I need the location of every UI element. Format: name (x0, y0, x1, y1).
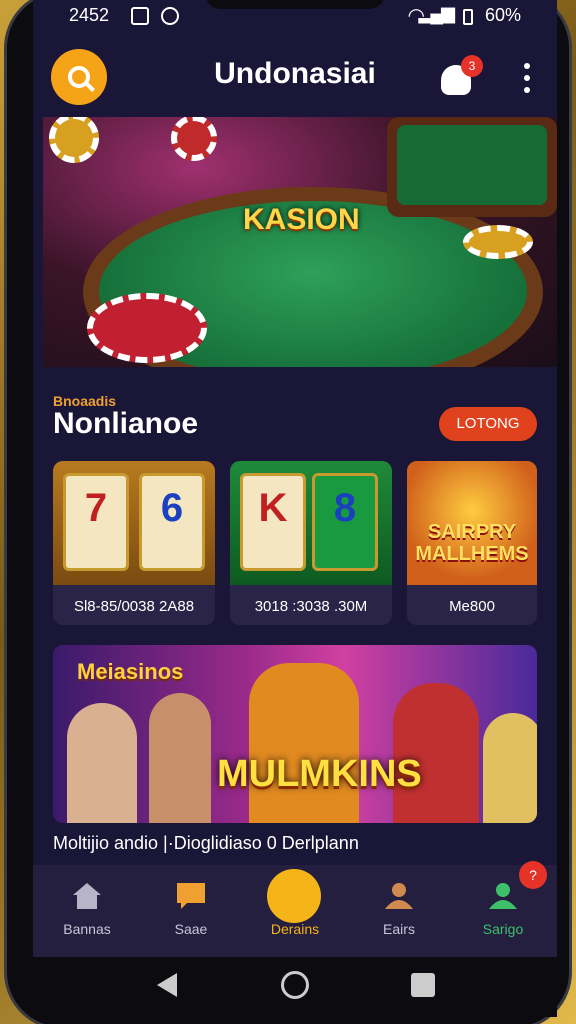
tab-account[interactable]: ? Sarigo (451, 861, 555, 957)
game-characters-image: SAIRPRY MALLHEMS (407, 461, 537, 585)
promo-tag: Meiasinos (77, 659, 184, 684)
character-image (249, 663, 359, 823)
battery-icon (463, 9, 473, 25)
chat-icon (177, 883, 205, 909)
game-cards-row: 7 6 Sl8-85/0038 2A88 K 8 3018 :3038 .30M… (53, 461, 537, 625)
tab-label: Eairs (383, 921, 415, 937)
system-nav-bar (33, 957, 557, 1017)
game-label: 3018 :3038 .30M (254, 598, 368, 615)
game-card[interactable]: SAIRPRY MALLHEMS Me800 (407, 461, 537, 625)
recents-icon[interactable] (411, 973, 435, 997)
slot-machine-image: K 8 (230, 461, 392, 585)
chip-image (171, 117, 217, 161)
promo-caption: Moltijio andio |·Dioglidiaso 0 Derlplann (53, 833, 359, 853)
character-image (149, 693, 211, 823)
game-card[interactable]: K 8 3018 :3038 .30M (230, 461, 392, 625)
tab-label: Saae (174, 921, 208, 937)
app-status-icon (161, 7, 179, 25)
notification-status-icon (131, 7, 149, 25)
reel-image: 8 (312, 473, 378, 571)
game-card[interactable]: 7 6 Sl8-85/0038 2A88 (53, 461, 215, 625)
section-cta-button[interactable]: LOTONG (439, 407, 537, 441)
slot-machine-image: 7 6 (53, 461, 215, 585)
roulette-board-image (387, 117, 557, 217)
game-label: Me800 (449, 598, 495, 615)
more-dot-icon (524, 63, 530, 69)
more-dot-icon (524, 87, 530, 93)
account-icon (489, 883, 517, 909)
user-icon (385, 883, 413, 909)
tab-profile[interactable]: Eairs (347, 865, 451, 957)
phone-frame: 2452 ◠ ▂▄▆ 60% Undonasiai 3 KASION Bnoaa… (4, 0, 572, 1024)
more-menu-button[interactable] (521, 63, 533, 93)
tab-label: Bannas (63, 921, 111, 937)
reel-image: K (240, 473, 306, 571)
signal-icon: ▂▄▆ (418, 3, 455, 23)
chip-image (49, 117, 99, 163)
promo-banner[interactable]: Meiasinos MULMKINS (53, 645, 537, 823)
bottom-tab-bar: Bannas Saae Derains Eairs ? Sarigo (33, 861, 557, 957)
battery-percent: 60% (484, 5, 521, 25)
tab-badge: ? (519, 861, 547, 889)
home-circle-icon[interactable] (281, 971, 309, 999)
chip-stack-image (87, 293, 207, 363)
reel-image: 7 (63, 473, 129, 571)
home-icon (73, 883, 101, 909)
app-screen: 2452 ◠ ▂▄▆ 60% Undonasiai 3 KASION Bnoaa… (33, 0, 557, 1017)
promo-title: MULMKINS (217, 753, 422, 795)
tab-home[interactable]: Bannas (35, 865, 139, 957)
section-header: Bnoaadis Nonlianoe LOTONG (33, 391, 557, 451)
character-image (483, 713, 537, 823)
notification-badge: 3 (461, 55, 483, 77)
more-dot-icon (524, 75, 530, 81)
hero-logo: KASION (243, 203, 360, 236)
reel-image: 6 (139, 473, 205, 571)
app-header: Undonasiai 3 (33, 45, 557, 109)
tab-label: Derains (270, 921, 320, 937)
tab-label: Sarigo (482, 921, 524, 937)
tab-chat[interactable]: Saae (139, 865, 243, 957)
back-icon[interactable] (157, 973, 177, 997)
tab-center-action[interactable]: Derains (243, 865, 347, 957)
game-label: Sl8-85/0038 2A88 (73, 598, 195, 615)
character-image (67, 703, 137, 823)
game-title-art: SAIRPRY MALLHEMS (415, 521, 529, 565)
chip-image (463, 225, 533, 259)
status-bar: 2452 ◠ ▂▄▆ 60% (33, 1, 557, 33)
hero-banner[interactable]: KASION (43, 117, 557, 367)
pen-icon (267, 869, 321, 923)
section-title: Nonlianoe (53, 407, 199, 440)
status-time: 2452 (69, 5, 110, 25)
notifications-button[interactable]: 3 (441, 55, 483, 95)
